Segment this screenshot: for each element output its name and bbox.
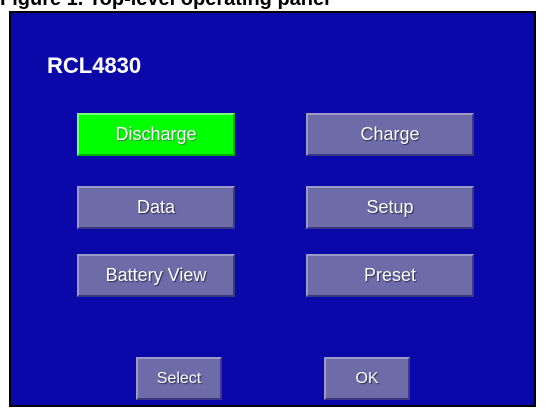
data-button-label: Data	[136, 197, 176, 217]
discharge-button-label: Discharge	[115, 124, 197, 144]
preset-button-label: Preset	[363, 265, 417, 285]
ok-button[interactable]: OK	[324, 357, 410, 400]
ok-button-label: OK	[355, 369, 379, 387]
battery-view-button-label: Battery View	[105, 265, 207, 285]
charge-button-label: Charge	[360, 124, 420, 144]
setup-button-label: Setup	[366, 197, 414, 217]
discharge-button[interactable]: Discharge	[77, 113, 235, 156]
device-screen: RCL4830 Discharge Charge Data Setup Batt…	[9, 11, 536, 407]
setup-button[interactable]: Setup	[306, 186, 474, 229]
select-button-label: Select	[156, 369, 202, 387]
preset-button[interactable]: Preset	[306, 254, 474, 297]
charge-button[interactable]: Charge	[306, 113, 474, 156]
data-button[interactable]: Data	[77, 186, 235, 229]
model-title: RCL4830	[47, 53, 142, 78]
battery-view-button[interactable]: Battery View	[77, 254, 235, 297]
select-button[interactable]: Select	[136, 357, 222, 400]
figure-caption: Figure 1. Top-level operating panel	[0, 0, 545, 11]
